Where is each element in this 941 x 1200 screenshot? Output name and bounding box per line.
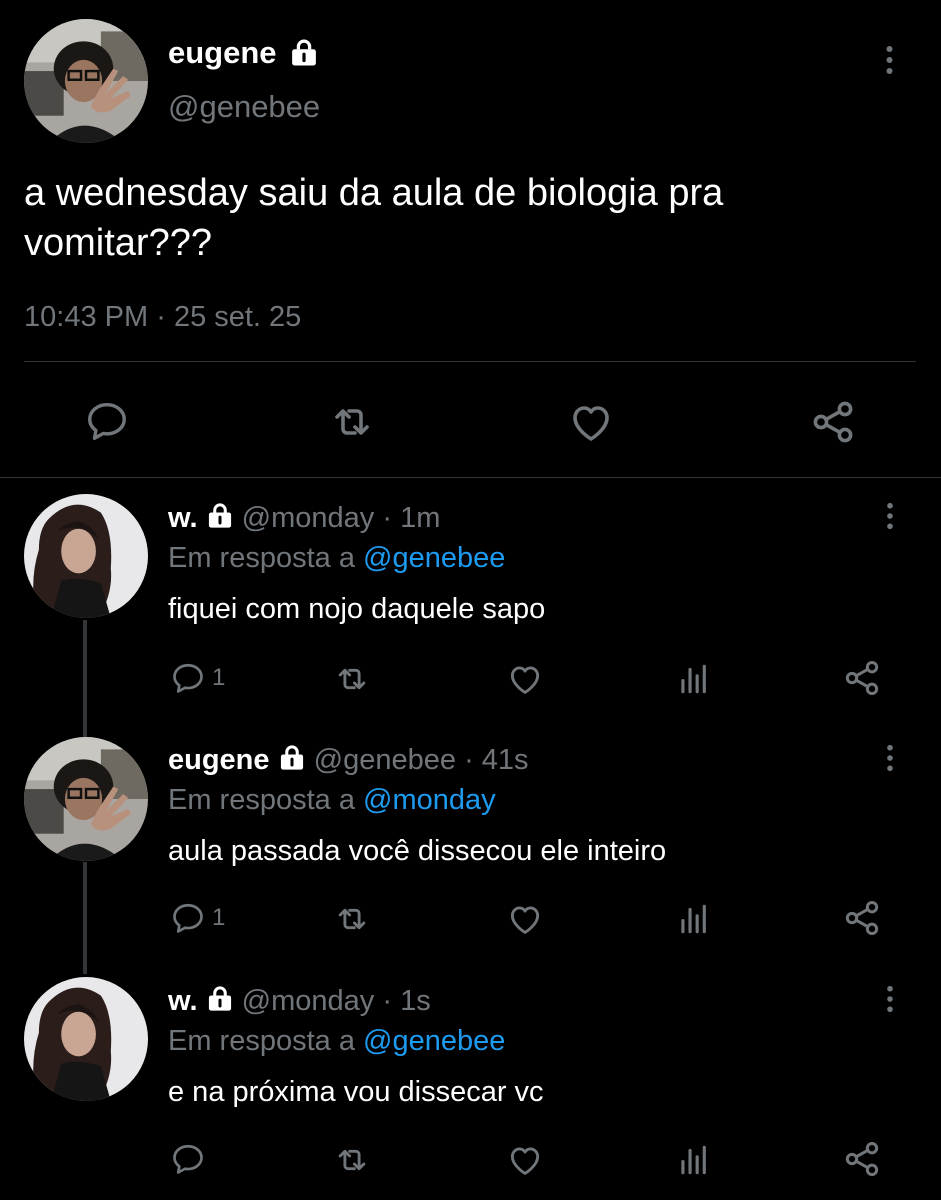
- retweet-icon: [333, 660, 371, 698]
- more-options-button[interactable]: [886, 502, 894, 530]
- display-name[interactable]: eugene: [168, 744, 270, 776]
- handle[interactable]: @genebee: [314, 744, 456, 776]
- stats-icon: [675, 900, 713, 938]
- reply-button[interactable]: 1: [170, 660, 225, 696]
- reply-time[interactable]: 1m: [400, 502, 440, 534]
- views-button[interactable]: [675, 1141, 713, 1179]
- like-icon: [567, 398, 615, 446]
- reply-button[interactable]: [84, 398, 130, 444]
- display-name[interactable]: w.: [168, 985, 198, 1017]
- avatar[interactable]: [24, 977, 148, 1101]
- share-icon: [842, 898, 882, 938]
- retweet-icon: [328, 398, 376, 446]
- like-button[interactable]: [506, 1141, 544, 1179]
- like-icon: [506, 1141, 544, 1179]
- display-name[interactable]: w.: [168, 502, 198, 534]
- reply-icon: [170, 660, 206, 696]
- reply-header: eugene @genebee · 41s: [168, 742, 529, 779]
- display-name[interactable]: eugene: [168, 35, 277, 70]
- views-button[interactable]: [675, 660, 713, 698]
- reply-count: 1: [212, 664, 226, 691]
- reply-text: e na próxima vou dissecar vc: [168, 1076, 544, 1108]
- replying-to-label: Em resposta a: [168, 784, 355, 816]
- handle[interactable]: @genebee: [168, 88, 320, 126]
- more-icon: [886, 985, 894, 1013]
- more-icon: [886, 502, 894, 530]
- avatar[interactable]: [24, 737, 148, 861]
- like-button[interactable]: [567, 398, 615, 446]
- replying-to: Em resposta a @genebee: [168, 540, 505, 576]
- time-separator: ·: [382, 502, 393, 534]
- replying-to-handle[interactable]: @monday: [363, 784, 496, 816]
- tweet-time: 10:43 PM: [24, 301, 149, 333]
- reply-text: fiquei com nojo daquele sapo: [168, 593, 546, 625]
- retweet-button[interactable]: [333, 1141, 371, 1179]
- more-icon: [886, 744, 894, 772]
- more-options-button[interactable]: [886, 985, 894, 1013]
- more-options-button[interactable]: [886, 744, 894, 772]
- reply-icon: [170, 1141, 206, 1177]
- lock-icon: [206, 984, 234, 1020]
- thread-line: [83, 862, 87, 974]
- like-button[interactable]: [506, 660, 544, 698]
- time-separator: ·: [382, 985, 393, 1017]
- avatar-image: [24, 19, 148, 143]
- lock-icon: [278, 743, 306, 779]
- like-button[interactable]: [506, 900, 544, 938]
- replying-to-label: Em resposta a: [168, 1025, 355, 1057]
- replying-to: Em resposta a @genebee: [168, 1023, 505, 1059]
- reply-count: 1: [212, 904, 226, 931]
- replying-to-handle[interactable]: @genebee: [363, 542, 505, 574]
- retweet-button[interactable]: [333, 900, 371, 938]
- replying-to-label: Em resposta a: [168, 542, 355, 574]
- handle[interactable]: @monday: [242, 502, 375, 534]
- reply-header: w. @monday · 1s: [168, 983, 431, 1020]
- reply-text: aula passada você dissecou ele inteiro: [168, 835, 667, 867]
- reply-time[interactable]: 41s: [482, 744, 529, 776]
- timestamp-separator: ·: [156, 301, 166, 333]
- share-button[interactable]: [809, 398, 857, 446]
- share-button[interactable]: [842, 1139, 882, 1179]
- reply-time[interactable]: 1s: [400, 985, 431, 1017]
- reply-icon: [84, 398, 130, 444]
- handle[interactable]: @monday: [242, 985, 375, 1017]
- retweet-button[interactable]: [328, 398, 376, 446]
- share-icon: [842, 658, 882, 698]
- reply-header: w. @monday · 1m: [168, 500, 440, 537]
- share-icon: [809, 398, 857, 446]
- views-button[interactable]: [675, 900, 713, 938]
- lock-icon: [206, 501, 234, 537]
- thread-line: [83, 620, 87, 738]
- author-line: eugene: [168, 34, 319, 74]
- avatar-image: [24, 977, 148, 1101]
- tweet-timestamp: 10:43 PM · 25 set. 25: [24, 298, 301, 336]
- retweet-button[interactable]: [333, 660, 371, 698]
- stats-icon: [675, 1141, 713, 1179]
- divider: [24, 361, 916, 362]
- more-icon: [885, 45, 894, 75]
- like-icon: [506, 900, 544, 938]
- time-separator: ·: [464, 744, 474, 776]
- retweet-icon: [333, 900, 371, 938]
- avatar-image: [24, 737, 148, 861]
- stats-icon: [675, 660, 713, 698]
- replying-to: Em resposta a @monday: [168, 782, 496, 818]
- section-divider: [0, 477, 941, 478]
- share-button[interactable]: [842, 898, 882, 938]
- reply-button[interactable]: 1: [170, 900, 225, 936]
- tweet-text: a wednesday saiu da aula de biologia pra…: [24, 172, 724, 264]
- reply-icon: [170, 900, 206, 936]
- like-icon: [506, 660, 544, 698]
- avatar[interactable]: [24, 494, 148, 618]
- more-options-button[interactable]: [885, 45, 894, 75]
- reply-button[interactable]: [170, 1141, 212, 1177]
- retweet-icon: [333, 1141, 371, 1179]
- avatar[interactable]: [24, 19, 148, 143]
- lock-icon: [289, 36, 319, 74]
- share-button[interactable]: [842, 658, 882, 698]
- share-icon: [842, 1139, 882, 1179]
- tweet-date: 25 set. 25: [173, 301, 302, 333]
- replying-to-handle[interactable]: @genebee: [363, 1025, 505, 1057]
- avatar-image: [24, 494, 148, 618]
